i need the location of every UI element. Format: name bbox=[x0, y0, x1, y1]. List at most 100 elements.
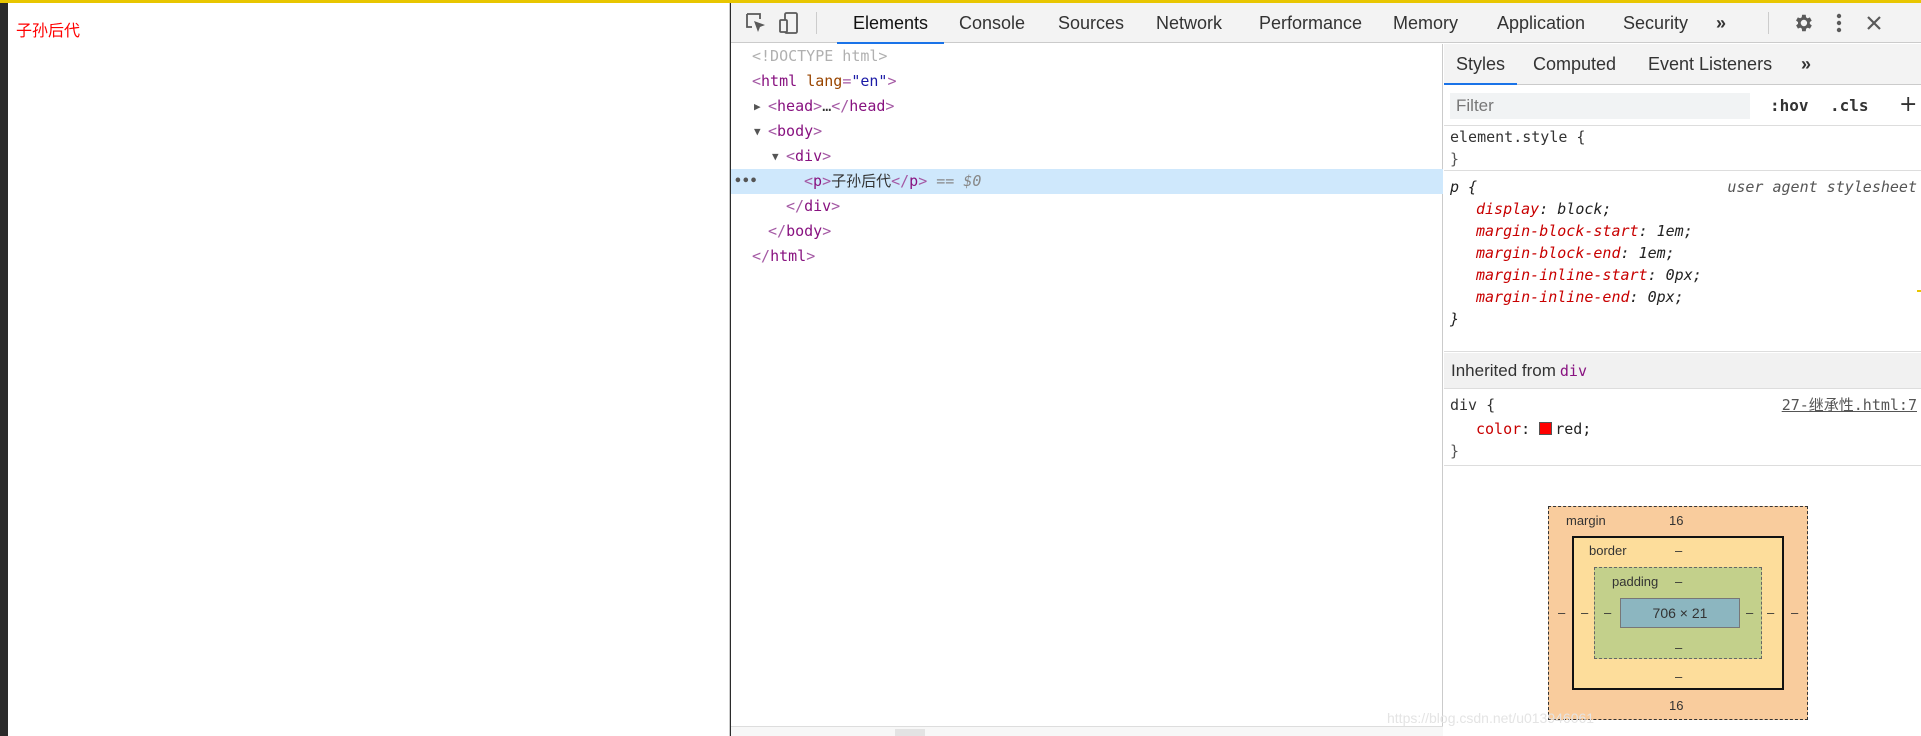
more-tabs-icon[interactable]: » bbox=[1714, 3, 1728, 43]
more-options-kebab-icon[interactable] bbox=[1827, 11, 1851, 35]
div-close-tag: div bbox=[804, 197, 832, 215]
tab-memory[interactable]: Memory bbox=[1391, 3, 1460, 43]
html-attr-name: lang bbox=[806, 72, 843, 90]
hover-state-toggle[interactable]: :hov bbox=[1770, 93, 1809, 119]
border-bottom-value[interactable]: – bbox=[1675, 669, 1682, 685]
tab-console[interactable]: Console bbox=[957, 3, 1027, 43]
head-tag: head bbox=[777, 97, 814, 115]
sidebar-tabs: Styles Computed Event Listeners » bbox=[1443, 44, 1921, 85]
scrollbar-thumb[interactable] bbox=[895, 729, 925, 736]
div-rule: div { 27-继承性.html:7 color: red; } bbox=[1444, 390, 1921, 466]
dom-line-head[interactable]: ▶ <head>…</head> bbox=[731, 94, 1443, 119]
prop-margin-inline-end[interactable]: margin-inline-end: 0px; bbox=[1476, 286, 1684, 308]
margin-bottom-value[interactable]: 16 bbox=[1669, 698, 1683, 714]
inherited-from-header: Inherited from div bbox=[1444, 353, 1921, 389]
more-sidebar-tabs-icon[interactable]: » bbox=[1801, 44, 1811, 84]
padding-left-value[interactable]: – bbox=[1604, 605, 1611, 621]
toolbar-separator bbox=[816, 12, 817, 34]
tab-event-listeners[interactable]: Event Listeners bbox=[1648, 44, 1772, 84]
tab-application[interactable]: Application bbox=[1495, 3, 1587, 43]
margin-right-value[interactable]: – bbox=[1791, 605, 1798, 621]
prop-display[interactable]: display: block; bbox=[1476, 198, 1611, 220]
watermark: https://blog.csdn.net/u013946061 bbox=[1387, 710, 1595, 726]
rule-close-brace: } bbox=[1450, 150, 1460, 168]
close-devtools-icon[interactable] bbox=[1862, 11, 1886, 35]
tab-computed[interactable]: Computed bbox=[1533, 44, 1616, 84]
element-style-selector[interactable]: element.style { bbox=[1450, 126, 1585, 148]
dom-line-p-selected[interactable]: ••• <p>子孙后代</p> == $0 bbox=[731, 169, 1443, 194]
collapse-triangle-icon[interactable]: ▼ bbox=[772, 144, 784, 169]
body-close-tag: body bbox=[786, 222, 823, 240]
padding-top-value[interactable]: – bbox=[1675, 574, 1682, 590]
dom-line-div-close[interactable]: </div> bbox=[731, 194, 1443, 219]
class-toggle[interactable]: .cls bbox=[1830, 93, 1869, 119]
collapse-triangle-icon[interactable]: ▼ bbox=[754, 119, 766, 144]
prop-margin-inline-start[interactable]: margin-inline-start: 0px; bbox=[1476, 264, 1702, 286]
dom-line-doctype[interactable]: <!DOCTYPE html> bbox=[731, 44, 1443, 69]
div-rule-selector[interactable]: div { bbox=[1450, 394, 1495, 416]
dom-line-body[interactable]: ▼ <body> bbox=[731, 119, 1443, 144]
html-close-tag: html bbox=[770, 247, 807, 265]
tab-network[interactable]: Network bbox=[1154, 3, 1224, 43]
p-tag: p bbox=[813, 172, 823, 190]
styles-filter-bar: :hov .cls + bbox=[1444, 85, 1921, 126]
expand-triangle-icon[interactable]: ▶ bbox=[754, 94, 766, 119]
p-close-tag: p bbox=[909, 172, 919, 190]
prop-margin-block-start[interactable]: margin-block-start: 1em; bbox=[1476, 220, 1693, 242]
inherited-tag-link[interactable]: div bbox=[1560, 362, 1587, 380]
margin-label: margin bbox=[1566, 513, 1606, 528]
head-close-tag: head bbox=[849, 97, 886, 115]
settings-gear-icon[interactable] bbox=[1791, 11, 1815, 35]
head-ellipsis: … bbox=[822, 97, 832, 115]
screen: 子孙后代 Elements Console Sources Network Pe… bbox=[0, 0, 1921, 736]
doctype-text: <!DOCTYPE html> bbox=[752, 47, 888, 65]
p-text: 子孙后代 bbox=[831, 172, 892, 190]
devtools-panel: Elements Console Sources Network Perform… bbox=[731, 3, 1921, 736]
styles-filter-input[interactable] bbox=[1450, 93, 1750, 119]
user-agent-origin: user agent stylesheet bbox=[1727, 178, 1917, 196]
p-rule-selector[interactable]: p { bbox=[1450, 176, 1477, 198]
rule-close-brace: } bbox=[1450, 442, 1460, 460]
page-viewport: 子孙后代 bbox=[8, 3, 730, 736]
rule-close-brace: } bbox=[1450, 310, 1460, 328]
stylesheet-source-link[interactable]: 27-继承性.html:7 bbox=[1782, 394, 1917, 416]
device-toolbar-icon[interactable] bbox=[777, 11, 801, 35]
border-left-value[interactable]: – bbox=[1581, 605, 1588, 621]
prop-color[interactable]: color: red; bbox=[1476, 418, 1591, 440]
dom-horizontal-scrollbar[interactable] bbox=[731, 726, 1443, 736]
devtools-toolbar: Elements Console Sources Network Perform… bbox=[731, 3, 1921, 44]
dom-tree: <!DOCTYPE html> <html lang="en"> ▶ <head… bbox=[731, 44, 1443, 736]
edge-marker bbox=[1917, 290, 1921, 292]
tab-performance[interactable]: Performance bbox=[1257, 3, 1364, 43]
more-actions-dots-icon[interactable]: ••• bbox=[734, 169, 757, 194]
prop-margin-block-end[interactable]: margin-block-end: 1em; bbox=[1476, 242, 1675, 264]
tab-elements[interactable]: Elements bbox=[836, 3, 945, 44]
border-top-value[interactable]: – bbox=[1675, 543, 1682, 559]
dom-line-html-close[interactable]: </html> bbox=[731, 244, 1443, 269]
page-paragraph: 子孙后代 bbox=[16, 21, 81, 40]
dom-line-html[interactable]: <html lang="en"> bbox=[731, 69, 1443, 94]
inspect-element-icon[interactable] bbox=[744, 11, 768, 35]
border-label: border bbox=[1589, 543, 1627, 558]
padding-label: padding bbox=[1612, 574, 1659, 589]
dom-line-div[interactable]: ▼ <div> bbox=[731, 144, 1443, 169]
margin-top-value[interactable]: 16 bbox=[1669, 513, 1683, 529]
selected-marker: == $0 bbox=[936, 172, 982, 190]
html-tag: html bbox=[761, 72, 798, 90]
dom-line-body-close[interactable]: </body> bbox=[731, 219, 1443, 244]
new-style-rule-plus-icon[interactable]: + bbox=[1899, 93, 1919, 119]
body-tag: body bbox=[777, 122, 814, 140]
border-right-value[interactable]: – bbox=[1767, 605, 1774, 621]
element-style-rule: element.style { } bbox=[1444, 126, 1921, 171]
padding-bottom-value[interactable]: – bbox=[1675, 640, 1682, 656]
tab-sources[interactable]: Sources bbox=[1056, 3, 1126, 43]
inherited-label: Inherited from bbox=[1451, 361, 1556, 380]
p-user-agent-rule: p { user agent stylesheet display: block… bbox=[1444, 172, 1921, 352]
box-model-content[interactable]: 706 × 21 bbox=[1620, 598, 1740, 628]
margin-left-value[interactable]: – bbox=[1558, 605, 1565, 621]
tab-styles[interactable]: Styles bbox=[1443, 44, 1518, 85]
toolbar-separator bbox=[1768, 12, 1769, 34]
tab-security[interactable]: Security bbox=[1621, 3, 1690, 43]
padding-right-value[interactable]: – bbox=[1746, 605, 1753, 621]
color-swatch[interactable] bbox=[1539, 422, 1553, 435]
